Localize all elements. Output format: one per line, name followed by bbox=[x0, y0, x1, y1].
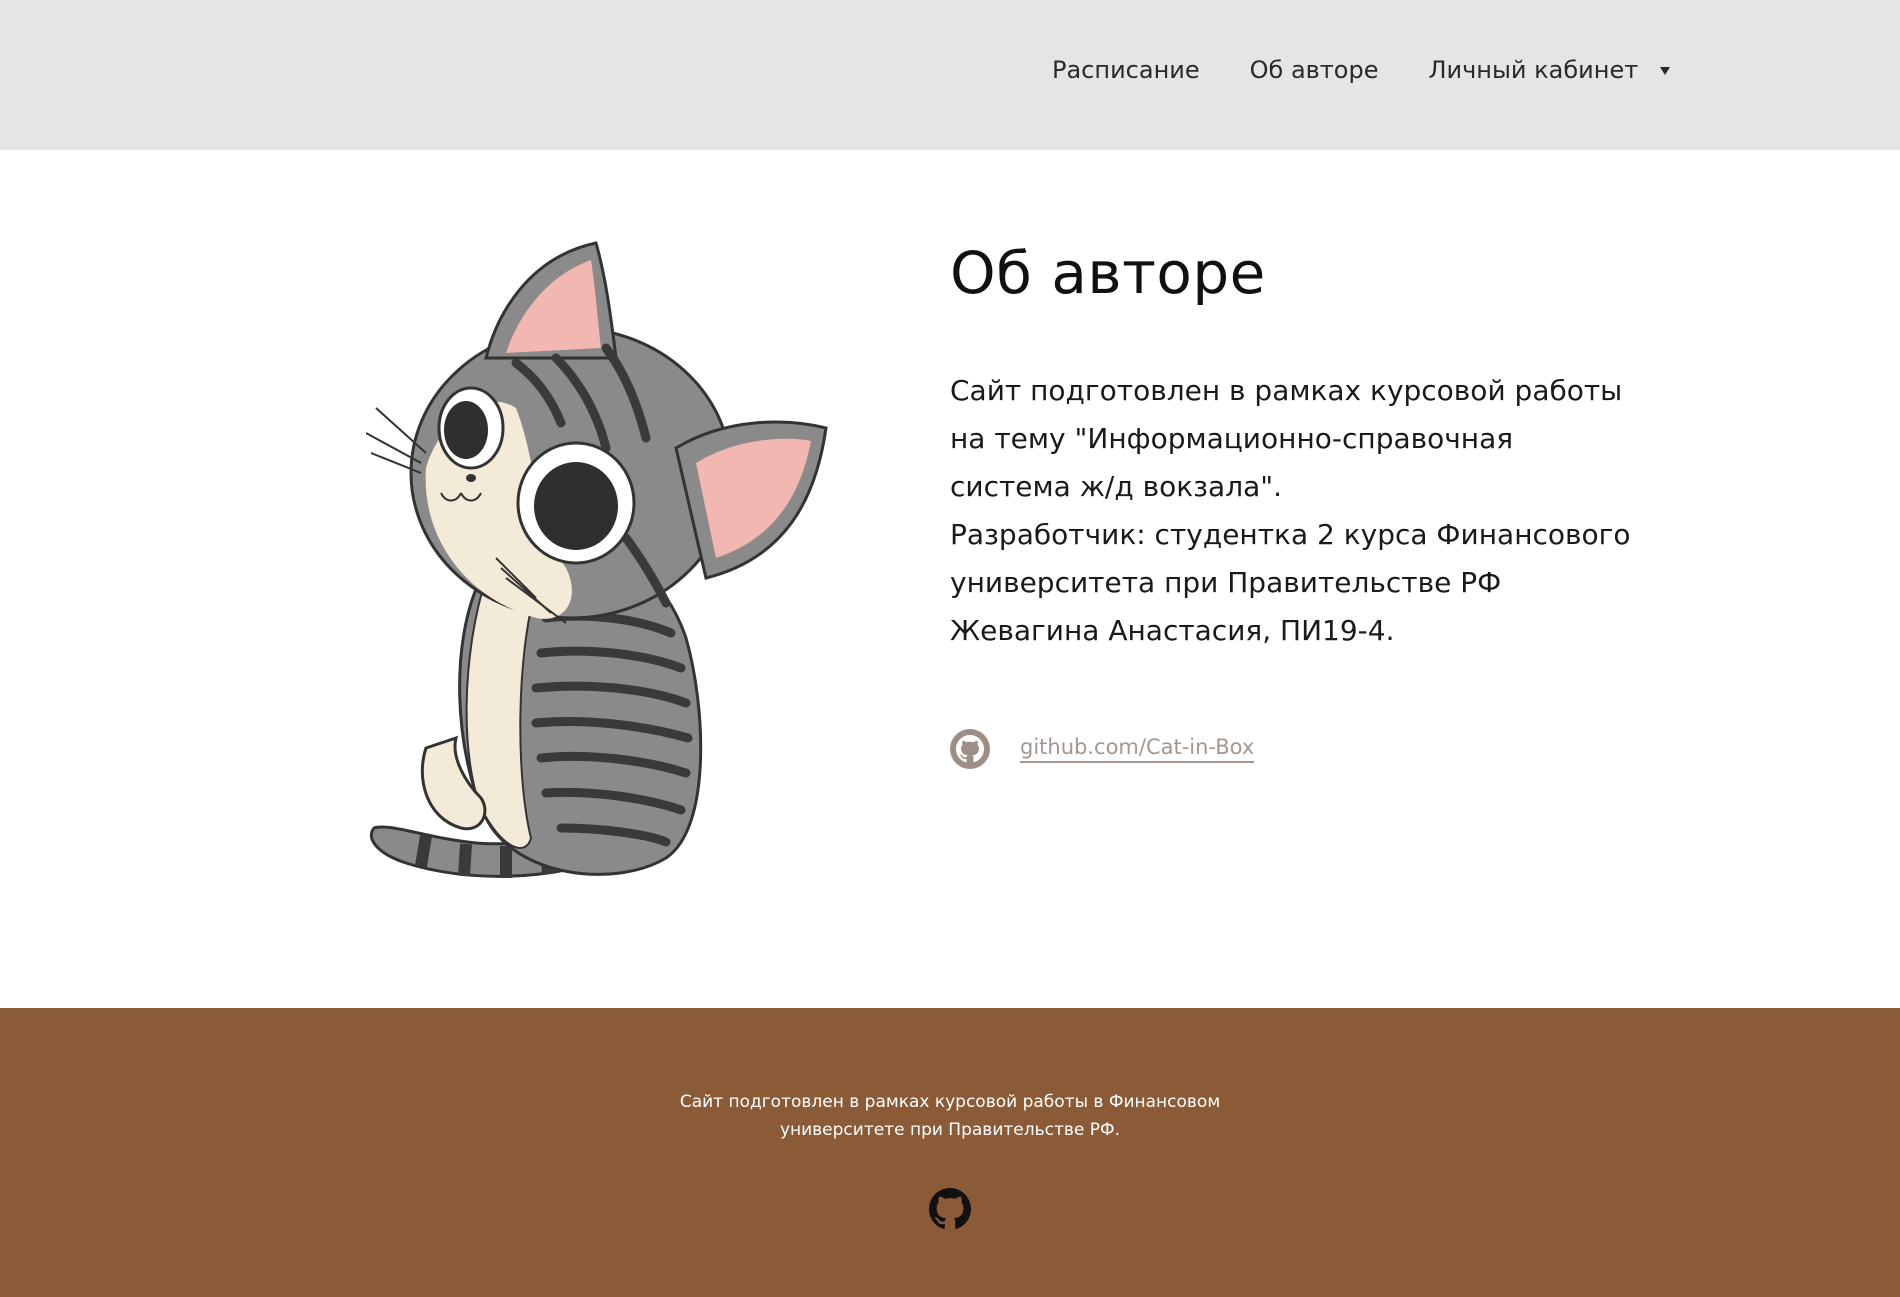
description-line: университета при Правительстве РФ bbox=[950, 565, 1502, 599]
main-nav: Расписание Об авторе Личный кабинет bbox=[1052, 56, 1671, 84]
header: Расписание Об авторе Личный кабинет bbox=[0, 0, 1900, 150]
footer-line: университете при Правительстве РФ. bbox=[779, 1120, 1121, 1140]
description-line: Сайт подготовлен в рамках курсовой работ… bbox=[950, 373, 1623, 407]
github-icon[interactable] bbox=[929, 1188, 971, 1230]
page: Расписание Об авторе Личный кабинет Об а… bbox=[0, 0, 1900, 1297]
nav-item-schedule[interactable]: Расписание bbox=[1052, 56, 1200, 84]
about-description: Сайт подготовлен в рамках курсовой работ… bbox=[950, 367, 1670, 655]
description-line: система ж/д вокзала". bbox=[950, 469, 1283, 503]
about-section: Об авторе Сайт подготовлен в рамках курс… bbox=[950, 240, 1670, 769]
footer-text: Сайт подготовлен в рамках курсовой работ… bbox=[0, 1088, 1900, 1144]
footer: Сайт подготовлен в рамках курсовой работ… bbox=[0, 1008, 1900, 1297]
description-line: Разработчик: студентка 2 курса Финансово… bbox=[950, 517, 1631, 551]
description-line: Жевагина Анастасия, ПИ19-4. bbox=[950, 613, 1395, 647]
footer-line: Сайт подготовлен в рамках курсовой работ… bbox=[679, 1092, 1221, 1112]
page-title: Об авторе bbox=[950, 239, 1266, 307]
github-icon[interactable] bbox=[950, 728, 990, 769]
github-icon-glyph bbox=[956, 734, 984, 762]
nav-item-personal-account-label: Личный кабинет bbox=[1428, 56, 1639, 84]
nav-item-about-author[interactable]: Об авторе bbox=[1250, 56, 1379, 84]
github-link[interactable]: github.com/Cat-in-Box bbox=[1020, 735, 1255, 763]
nav-item-personal-account[interactable]: Личный кабинет bbox=[1428, 56, 1671, 84]
github-link-row: github.com/Cat-in-Box bbox=[950, 728, 1670, 769]
description-line: на тему "Информационно-справочная bbox=[950, 421, 1514, 455]
cat-illustration bbox=[366, 241, 828, 878]
caret-down-icon bbox=[1660, 67, 1671, 75]
